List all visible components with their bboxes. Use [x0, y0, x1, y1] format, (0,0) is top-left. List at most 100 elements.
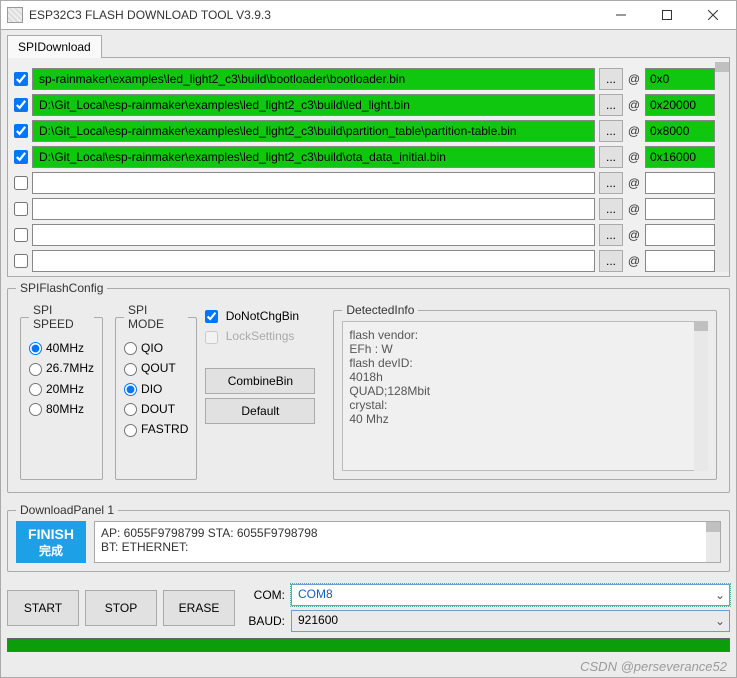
detected-info-line: QUAD;128Mbit	[349, 384, 701, 398]
detected-info-group: DetectedInfo flash vendor:EFh : Wflash d…	[333, 303, 717, 480]
baud-rate-select[interactable]: 921600 ⌄	[291, 610, 730, 632]
browse-button[interactable]: ...	[599, 120, 623, 142]
start-button[interactable]: START	[7, 590, 79, 626]
progress-bar	[7, 638, 730, 652]
app-icon	[7, 7, 23, 23]
stop-button[interactable]: STOP	[85, 590, 157, 626]
spi-mode-option[interactable]: DOUT	[124, 402, 188, 416]
combinebin-button[interactable]: CombineBin	[205, 368, 315, 394]
browse-button[interactable]: ...	[599, 146, 623, 168]
baud-label: BAUD:	[241, 614, 285, 628]
detected-info-line: 40 Mhz	[349, 412, 701, 426]
detected-info-legend: DetectedInfo	[342, 303, 418, 317]
watermark-text: CSDN @perseverance52	[580, 659, 727, 674]
log-line: AP: 6055F9798799 STA: 6055F9798798	[101, 526, 714, 540]
spi-speed-option[interactable]: 80MHz	[29, 402, 94, 416]
download-file-row: ... @	[14, 120, 715, 142]
app-body: SPIDownload ...@...@...@...@...@...@...@…	[0, 30, 737, 678]
file-enable-checkbox[interactable]	[14, 176, 28, 190]
com-label: COM:	[241, 588, 285, 602]
flash-address-input[interactable]	[645, 120, 715, 142]
donotchgbin-checkbox[interactable]: DoNotChgBin	[205, 309, 325, 323]
download-files-pane: ...@...@...@...@...@...@...@...@	[7, 57, 730, 277]
file-path-input[interactable]	[32, 120, 595, 142]
log-scrollbar[interactable]	[706, 522, 720, 562]
detected-info-line: 4018h	[349, 370, 701, 384]
window-titlebar: ESP32C3 FLASH DOWNLOAD TOOL V3.9.3	[0, 0, 737, 30]
maximize-button[interactable]	[644, 1, 690, 29]
download-files-scrollbar[interactable]	[715, 62, 729, 272]
spi-mode-option[interactable]: QOUT	[124, 361, 188, 375]
spi-flash-config-legend: SPIFlashConfig	[16, 281, 107, 295]
detected-info-text: flash vendor:EFh : Wflash devID:4018hQUA…	[342, 321, 708, 471]
log-line: BT: ETHERNET:	[101, 540, 714, 554]
download-file-row: ... @	[14, 172, 715, 194]
spi-speed-group: SPI SPEED 40MHz 26.7MHz 20MHz 80MHz	[20, 303, 103, 480]
flash-address-input[interactable]	[645, 68, 715, 90]
spi-speed-legend: SPI SPEED	[29, 303, 94, 331]
file-enable-checkbox[interactable]	[14, 98, 28, 112]
erase-button[interactable]: ERASE	[163, 590, 235, 626]
chevron-down-icon: ⌄	[715, 614, 725, 628]
detected-info-line: crystal:	[349, 398, 701, 412]
download-file-row: ... @	[14, 68, 715, 90]
spi-flash-config-group: SPIFlashConfig SPI SPEED 40MHz 26.7MHz 20M…	[7, 281, 730, 493]
file-path-input[interactable]	[32, 172, 595, 194]
close-button[interactable]	[690, 1, 736, 29]
flash-address-input[interactable]	[645, 224, 715, 246]
at-symbol: @	[627, 72, 641, 86]
browse-button[interactable]: ...	[599, 94, 623, 116]
at-symbol: @	[627, 202, 641, 216]
file-enable-checkbox[interactable]	[14, 254, 28, 268]
file-enable-checkbox[interactable]	[14, 150, 28, 164]
default-button[interactable]: Default	[205, 398, 315, 424]
download-panel-group: DownloadPanel 1 FINISH 完成 AP: 6055F97987…	[7, 503, 730, 572]
file-enable-checkbox[interactable]	[14, 228, 28, 242]
status-text-en: FINISH	[28, 526, 74, 542]
file-path-input[interactable]	[32, 224, 595, 246]
file-enable-checkbox[interactable]	[14, 72, 28, 86]
download-file-row: ...@	[14, 94, 715, 116]
browse-button[interactable]: ...	[599, 198, 623, 220]
spi-speed-option[interactable]: 26.7MHz	[29, 361, 94, 375]
browse-button[interactable]: ...	[599, 68, 623, 90]
main-tabs: SPIDownload	[1, 30, 736, 57]
status-text-cn: 完成	[39, 542, 63, 559]
chevron-down-icon: ⌄	[715, 588, 725, 602]
flash-address-input[interactable]	[645, 250, 715, 272]
spi-mode-option[interactable]: QIO	[124, 341, 188, 355]
at-symbol: @	[627, 176, 641, 190]
flash-address-input[interactable]	[645, 172, 715, 194]
spi-mode-option[interactable]: DIO	[124, 382, 188, 396]
options-and-buttons: DoNotChgBin LockSettings CombineBin Defa…	[205, 299, 325, 484]
download-file-row: ...@	[14, 146, 715, 168]
download-file-row: ...@	[14, 224, 715, 246]
file-path-input[interactable]	[32, 198, 595, 220]
com-port-select[interactable]: COM8 ⌄	[291, 584, 730, 606]
log-output: AP: 6055F9798799 STA: 6055F9798798 BT: E…	[94, 521, 721, 563]
flash-address-input[interactable]	[645, 146, 715, 168]
spi-mode-group: SPI MODE QIO QOUT DIO DOUT FASTRD	[115, 303, 197, 480]
file-path-input[interactable]	[32, 250, 595, 272]
spi-mode-option[interactable]: FASTRD	[124, 422, 188, 436]
spi-mode-legend: SPI MODE	[124, 303, 188, 331]
browse-button[interactable]: ...	[599, 224, 623, 246]
browse-button[interactable]: ...	[599, 172, 623, 194]
tab-spidownload[interactable]: SPIDownload	[7, 35, 102, 58]
file-enable-checkbox[interactable]	[14, 202, 28, 216]
file-path-input[interactable]	[32, 146, 595, 168]
file-enable-checkbox[interactable]	[14, 124, 28, 138]
file-path-input[interactable]	[32, 68, 595, 90]
flash-address-input[interactable]	[645, 94, 715, 116]
locksettings-checkbox[interactable]: LockSettings	[205, 329, 325, 343]
file-path-input[interactable]	[32, 94, 595, 116]
download-file-row: ...@	[14, 250, 715, 272]
detected-info-line: EFh : W	[349, 342, 701, 356]
spi-speed-option[interactable]: 40MHz	[29, 341, 94, 355]
browse-button[interactable]: ...	[599, 250, 623, 272]
detected-info-scrollbar[interactable]	[694, 321, 708, 471]
flash-address-input[interactable]	[645, 198, 715, 220]
minimize-button[interactable]	[598, 1, 644, 29]
spi-speed-option[interactable]: 20MHz	[29, 382, 94, 396]
at-symbol: @	[627, 124, 641, 138]
